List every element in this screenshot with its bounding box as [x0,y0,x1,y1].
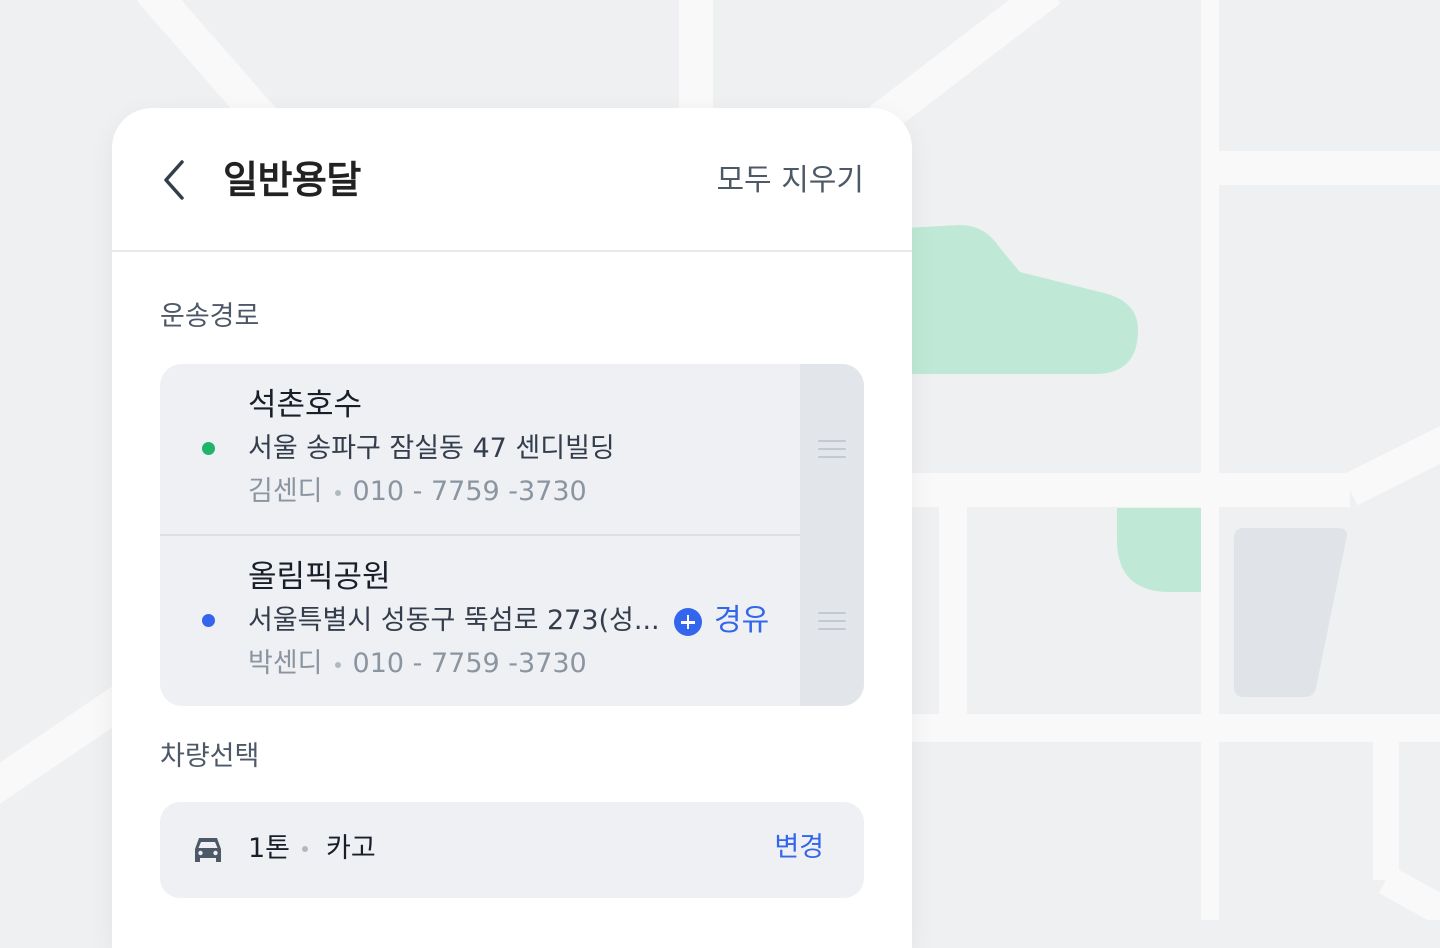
contact-name: 박센디 [248,648,323,679]
route-stop-origin[interactable]: 석촌호수 서울 송파구 잠실동 47 센디빌딩 김센디 010 - 7759 -3… [160,364,864,534]
back-arrow-icon[interactable] [160,158,200,202]
route-list: 석촌호수 서울 송파구 잠실동 47 센디빌딩 김센디 010 - 7759 -3… [160,364,864,706]
vehicle-section-label: 차량선택 [160,741,260,772]
origin-dot-icon [202,442,215,455]
route-stop-destination[interactable]: 올림픽공원 서울특별시 성동구 뚝섬로 273(성... 박센디 010 - 77… [160,536,864,706]
add-waypoint-label: 경유 [714,603,770,638]
stop-name: 올림픽공원 [248,559,391,595]
contact-name: 김센디 [248,476,323,507]
vehicle-size: 1톤 [248,833,291,864]
separator-dot-icon [334,489,341,496]
stop-contact: 김센디 010 - 7759 -3730 [248,475,587,509]
clear-all-button[interactable]: 모두 지우기 [716,162,864,200]
vehicle-selector[interactable]: 1톤 카고 변경 [160,802,864,898]
vehicle-type: 카고 [326,833,376,864]
contact-phone: 010 - 7759 -3730 [352,476,587,507]
stop-address: 서울 송파구 잠실동 47 센디빌딩 [248,433,615,464]
contact-phone: 010 - 7759 -3730 [352,648,587,679]
separator-dot-icon [334,661,341,668]
separator-dot-icon [302,846,308,852]
stop-address: 서울특별시 성동구 뚝섬로 273(성... [248,605,660,636]
reorder-column [800,364,864,706]
route-section-label: 운송경로 [160,301,260,332]
stop-name: 석촌호수 [248,387,363,423]
drag-handle-icon[interactable] [818,612,846,632]
drag-handle-icon[interactable] [818,440,846,460]
panel-header: 일반용달 모두 지우기 [112,108,912,252]
plus-circle-icon [674,608,702,636]
stop-contact: 박센디 010 - 7759 -3730 [248,647,587,681]
delivery-panel: 일반용달 모두 지우기 운송경로 석촌호수 서울 송파구 잠실동 47 센디빌딩… [112,108,912,948]
car-icon [195,838,221,862]
destination-dot-icon [202,614,215,627]
page-title: 일반용달 [223,158,361,202]
change-vehicle-button[interactable]: 변경 [774,831,824,865]
